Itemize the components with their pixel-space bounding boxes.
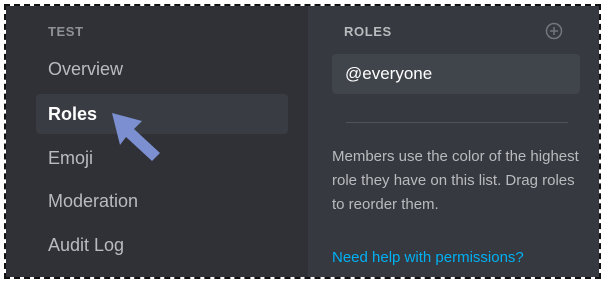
pointer-arrow-icon <box>112 113 160 161</box>
sidebar-item-audit-log[interactable]: Audit Log <box>36 225 288 265</box>
sidebar-section-header: TEST <box>48 24 84 39</box>
sidebar-item-emoji[interactable]: Emoji <box>36 138 288 178</box>
settings-sidebar: TEST Overview Roles Emoji Moderation Aud… <box>6 6 308 277</box>
sidebar-item-overview[interactable]: Overview <box>36 49 288 89</box>
roles-description: Members use the color of the highest rol… <box>332 148 579 213</box>
screenshot-frame: TEST Overview Roles Emoji Moderation Aud… <box>4 4 601 279</box>
roles-panel: ROLES @everyone Members use the color of… <box>308 6 599 277</box>
divider <box>346 122 568 123</box>
sidebar-item-moderation[interactable]: Moderation <box>36 181 288 221</box>
roles-header: ROLES <box>344 24 392 39</box>
role-item-everyone[interactable]: @everyone <box>332 54 580 94</box>
help-link[interactable]: Need help with permissions? <box>332 249 524 266</box>
sidebar-item-roles[interactable]: Roles <box>36 94 288 134</box>
plus-circle-icon[interactable] <box>545 22 563 40</box>
